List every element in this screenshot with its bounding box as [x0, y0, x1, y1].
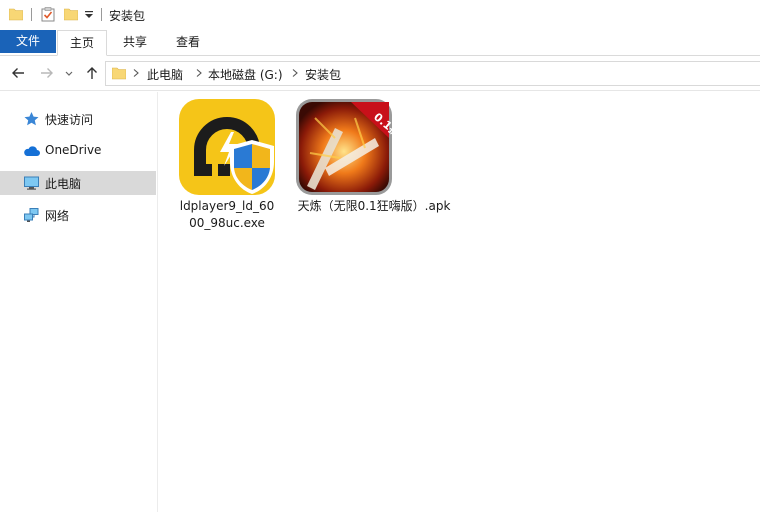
address-bar[interactable]: 此电脑 本地磁盘 (G:) 安装包 [105, 61, 760, 86]
sidebar-item-label: 此电脑 [45, 177, 82, 191]
back-arrow-icon[interactable] [10, 65, 26, 81]
file-name: ldplayer9_ld_60 00_98uc.exe [177, 198, 277, 232]
file-name: 天炼（无限0.1狂嗨版）.apk [289, 198, 459, 215]
star-icon [24, 112, 39, 126]
toolbar-separator [101, 8, 102, 21]
chevron-right-icon[interactable] [131, 68, 141, 78]
up-arrow-icon[interactable] [84, 65, 100, 81]
toolbar-separator [31, 8, 32, 21]
ldplayer-app-icon [179, 99, 275, 195]
window-title: 安装包 [109, 9, 146, 23]
title-bar: 安装包 [0, 0, 760, 30]
sidebar-item-this-pc[interactable]: 此电脑 [0, 171, 156, 195]
file-list: ldplayer9_ld_60 00_98uc.exe 0.1折 天炼（无限0.… [159, 92, 760, 512]
sidebar-item-label: OneDrive [45, 143, 102, 157]
sidebar-item-network[interactable]: 网络 [0, 203, 156, 227]
folder-icon[interactable] [9, 7, 23, 21]
breadcrumb-this-pc[interactable]: 此电脑 [147, 66, 183, 83]
sidebar-item-label: 网络 [45, 209, 70, 223]
tab-view[interactable]: 查看 [163, 30, 213, 56]
chevron-right-icon[interactable] [194, 68, 204, 78]
recent-locations-chevron-icon[interactable] [64, 65, 74, 81]
game-app-icon: 0.1折 [296, 99, 393, 195]
navigation-bar: 此电脑 本地磁盘 (G:) 安装包 [0, 57, 760, 91]
sidebar-item-quick-access[interactable]: 快速访问 [0, 107, 156, 131]
customize-toolbar-dropdown-icon[interactable] [83, 9, 95, 21]
sidebar-item-onedrive[interactable]: OneDrive [0, 139, 156, 163]
file-name-line: ldplayer9_ld_60 [179, 199, 275, 213]
tab-file[interactable]: 文件 [0, 30, 56, 53]
new-folder-icon[interactable] [64, 7, 78, 21]
breadcrumb-install-packages[interactable]: 安装包 [305, 66, 341, 83]
chevron-right-icon[interactable] [290, 68, 300, 78]
properties-icon[interactable] [41, 7, 55, 22]
tab-home[interactable]: 主页 [57, 30, 107, 56]
file-item-apk[interactable]: 0.1折 天炼（无限0.1狂嗨版）.apk [289, 98, 459, 218]
file-name-line: 00_98uc.exe [189, 216, 265, 230]
file-item-ldplayer[interactable]: ldplayer9_ld_60 00_98uc.exe [177, 98, 277, 238]
navigation-pane: 快速访问 OneDrive 此电脑 网络 [0, 92, 158, 512]
network-icon [24, 208, 39, 222]
ribbon-tabs: 文件 主页 共享 查看 [0, 30, 760, 56]
breadcrumb-local-disk[interactable]: 本地磁盘 (G:) [208, 66, 283, 83]
sidebar-item-label: 快速访问 [45, 113, 94, 127]
forward-arrow-icon[interactable] [39, 65, 55, 81]
computer-icon [24, 176, 39, 190]
tab-share[interactable]: 共享 [110, 30, 160, 56]
file-name-line: 天炼（无限0.1狂嗨版）.apk [297, 199, 451, 213]
folder-icon [112, 67, 126, 80]
cloud-icon [24, 146, 40, 156]
